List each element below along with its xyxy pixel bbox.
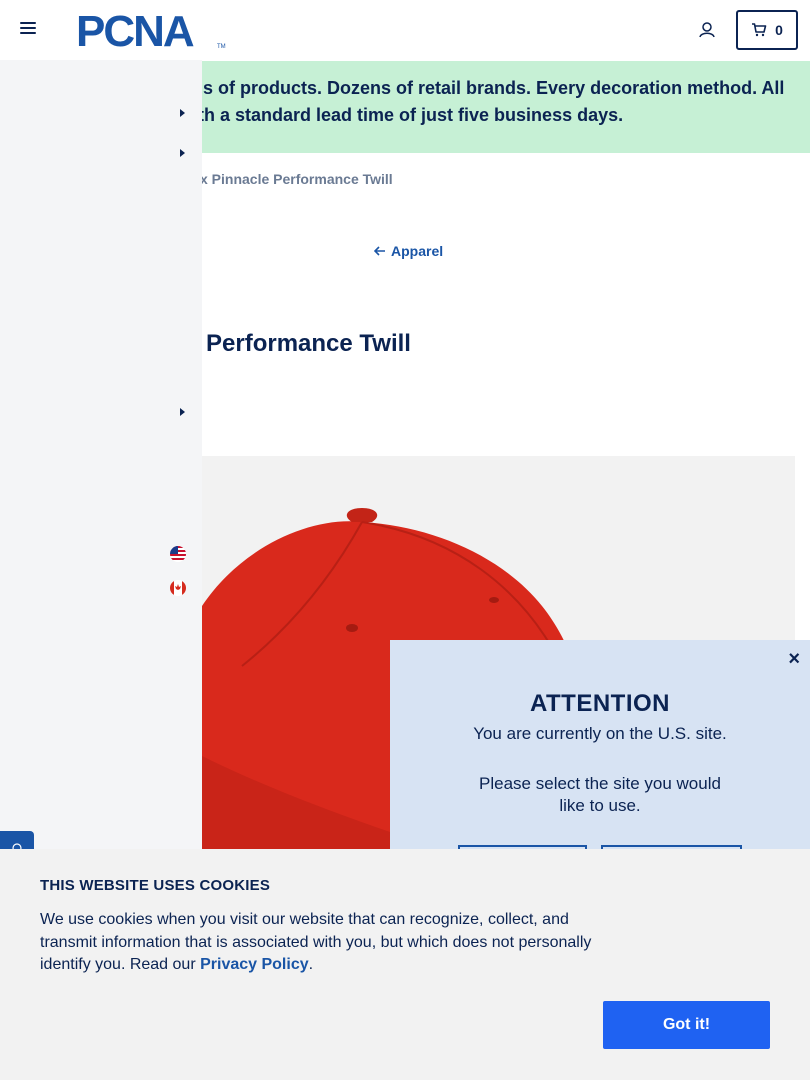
product-title: Performance Twill: [206, 330, 411, 357]
site-header: PCNA TM 0: [0, 0, 810, 60]
cart-count: 0: [775, 22, 783, 38]
promo-line-1: ls of products. Dozens of retail brands.…: [198, 78, 785, 98]
caret-right-icon[interactable]: [178, 407, 186, 417]
cookie-period: .: [308, 956, 314, 973]
caret-right-icon[interactable]: [178, 108, 186, 118]
breadcrumb-current[interactable]: x Pinnacle Performance Twill: [200, 171, 393, 187]
cookie-body: We use cookies when you visit our websit…: [40, 911, 592, 973]
got-it-button[interactable]: Got it!: [603, 1001, 770, 1049]
caret-right-icon[interactable]: [178, 148, 186, 158]
modal-current-site-text: You are currently on the U.S. site.: [473, 724, 727, 743]
hamburger-menu-icon[interactable]: [20, 22, 36, 38]
back-link-label: Apparel: [391, 243, 444, 259]
modal-title: ATTENTION: [529, 690, 671, 717]
account-icon[interactable]: [697, 21, 715, 39]
cookie-banner: THIS WEBSITE USES COOKIES We use cookies…: [0, 849, 810, 1080]
close-icon[interactable]: ×: [788, 648, 800, 671]
cookie-title: THIS WEBSITE USES COOKIES: [40, 877, 271, 894]
privacy-policy-link[interactable]: Privacy Policy: [200, 956, 309, 973]
us-flag-icon[interactable]: [170, 546, 186, 562]
logo-text: PCNA: [76, 10, 194, 52]
promo-line-2: th a standard lead time of just five bus…: [198, 105, 624, 125]
promo-text: ls of products. Dozens of retail brands.…: [198, 75, 798, 129]
canada-flag-icon[interactable]: [170, 580, 186, 596]
cart-button[interactable]: 0: [736, 10, 798, 50]
cookie-text: We use cookies when you visit our websit…: [40, 909, 600, 977]
logo-trademark: TM: [217, 44, 226, 50]
cart-icon: [752, 23, 767, 37]
pcna-logo[interactable]: PCNA TM: [76, 7, 226, 56]
arrow-left-icon: [374, 246, 385, 256]
back-to-apparel-link[interactable]: Apparel: [374, 243, 443, 259]
modal-select-site-text: Please select the site you would like to…: [479, 774, 721, 815]
